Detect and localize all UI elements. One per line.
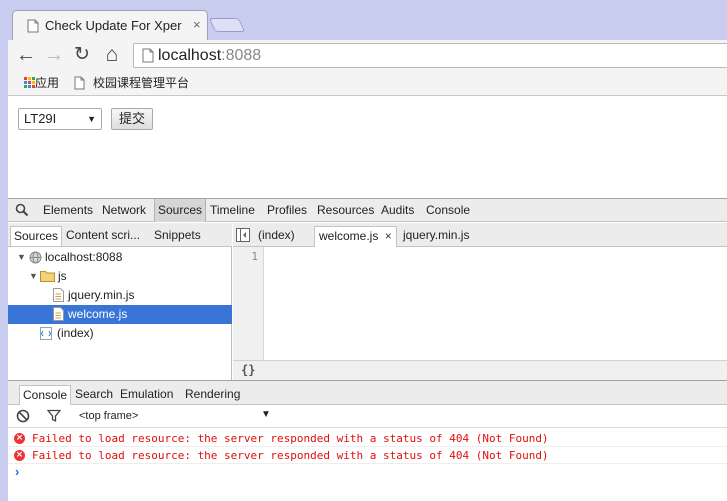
drawer-tab-rendering[interactable]: Rendering: [182, 385, 243, 406]
console-prompt[interactable]: ›: [15, 464, 19, 479]
forward-arrow-icon[interactable]: →: [42, 43, 66, 67]
tree-folder-label: js: [58, 269, 67, 283]
tree-item-jquery[interactable]: jquery.min.js: [8, 286, 232, 305]
tree-file-label: jquery.min.js: [68, 288, 135, 302]
editor-tab-label: welcome.js: [319, 229, 379, 243]
editor-tabs: (index) welcome.js × jquery.min.js: [233, 223, 727, 247]
tab-resources[interactable]: Resources: [314, 199, 377, 222]
console-toolbar: <top frame> ▼: [8, 405, 727, 428]
navigator-tabs: Sources Content scri... Snippets: [8, 223, 232, 247]
tab-audits[interactable]: Audits: [378, 199, 417, 222]
devtools-panel-tabs: Elements Network Sources Timeline Profil…: [8, 198, 727, 222]
address-host: localhost: [158, 47, 222, 64]
page-icon: [142, 48, 154, 63]
search-icon[interactable]: [15, 203, 29, 217]
chevron-down-icon[interactable]: ▼: [261, 409, 271, 420]
tab-sources[interactable]: Sources: [154, 199, 207, 222]
tree-item-welcome[interactable]: welcome.js: [8, 305, 232, 324]
drawer-tab-console[interactable]: Console: [19, 385, 72, 406]
window-frame-left: [0, 0, 8, 501]
browser-tab[interactable]: Check Update For Xper ×: [12, 10, 208, 40]
tree-item-js-folder[interactable]: ▼ js: [8, 267, 232, 286]
expand-triangle-icon[interactable]: ▼: [29, 267, 38, 286]
submit-button[interactable]: 提交: [111, 108, 153, 130]
error-text: Failed to load resource: the server resp…: [32, 432, 549, 445]
line-number: 1: [251, 250, 258, 263]
address-text: localhost:8088: [158, 47, 261, 65]
model-select-value: LT29I: [24, 111, 57, 126]
back-arrow-icon[interactable]: ←: [14, 43, 38, 67]
bookmarks-bar: 应用 校园课程管理平台: [8, 70, 727, 96]
editor-tab-welcome[interactable]: welcome.js ×: [314, 226, 397, 247]
tab-snippets[interactable]: Snippets: [151, 226, 204, 246]
editor-tab-index[interactable]: (index): [254, 226, 299, 247]
error-icon: ×: [14, 450, 25, 461]
bookmark-campus-course[interactable]: 校园课程管理平台: [74, 75, 204, 91]
tab-network[interactable]: Network: [99, 199, 149, 222]
tree-item-host[interactable]: ▼ localhost:8088: [8, 248, 232, 267]
folder-icon: [40, 271, 55, 282]
editor-status-bar: {}: [233, 360, 727, 380]
pretty-print-button[interactable]: {}: [241, 363, 255, 377]
line-gutter: 1: [233, 247, 264, 360]
tab-profiles[interactable]: Profiles: [264, 199, 310, 222]
console-error-message: × Failed to load resource: the server re…: [8, 447, 727, 464]
clear-console-icon[interactable]: [16, 409, 30, 423]
page-icon: [74, 76, 85, 90]
globe-icon: [29, 251, 42, 264]
expand-triangle-icon[interactable]: ▼: [17, 248, 26, 267]
drawer-tab-emulation[interactable]: Emulation: [117, 385, 176, 406]
tab-console[interactable]: Console: [423, 199, 473, 222]
html-file-icon: [40, 327, 52, 340]
console-error-message: × Failed to load resource: the server re…: [8, 430, 727, 447]
drawer-tab-search[interactable]: Search: [72, 385, 116, 406]
error-icon: ×: [14, 433, 25, 444]
tree-file-label: welcome.js: [68, 307, 128, 321]
source-editor: (index) welcome.js × jquery.min.js 1 {}: [233, 223, 727, 380]
tree-index-label: (index): [57, 326, 94, 340]
bookmark-apps[interactable]: 应用: [16, 75, 72, 91]
home-icon[interactable]: ⌂: [100, 43, 124, 67]
model-select[interactable]: LT29I ▼: [18, 108, 102, 130]
tree-host-label: localhost:8088: [45, 250, 123, 264]
tab-content-scripts[interactable]: Content scri...: [63, 226, 143, 246]
bookmark-apps-label: 应用: [35, 76, 60, 90]
tab-title: Check Update For Xper: [45, 18, 182, 33]
toggle-navigator-icon[interactable]: [236, 228, 250, 242]
console-messages: × Failed to load resource: the server re…: [8, 428, 727, 501]
page-content: LT29I ▼ 提交: [8, 97, 727, 198]
tab-elements[interactable]: Elements: [40, 199, 96, 222]
chevron-down-icon: ▼: [87, 114, 96, 124]
tree-item-index[interactable]: (index): [8, 324, 232, 343]
script-file-icon: [53, 307, 64, 321]
script-file-icon: [53, 288, 64, 302]
browser-toolbar: ← → ↻ ⌂ localhost:8088: [8, 40, 727, 70]
close-icon[interactable]: ×: [385, 229, 392, 243]
code-area[interactable]: [265, 247, 727, 360]
tab-close-icon[interactable]: ×: [193, 17, 201, 33]
reload-icon[interactable]: ↻: [70, 43, 94, 67]
page-icon: [27, 19, 39, 33]
tab-navigator-sources[interactable]: Sources: [10, 226, 63, 246]
tab-timeline[interactable]: Timeline: [207, 199, 258, 222]
editor-tab-jquery[interactable]: jquery.min.js: [399, 226, 473, 247]
bookmark-campus-course-label: 校园课程管理平台: [93, 76, 190, 90]
address-bar[interactable]: localhost:8088: [133, 43, 727, 68]
new-tab-button[interactable]: [208, 18, 246, 32]
drawer-tabs: Console Search Emulation Rendering: [8, 380, 727, 406]
filter-icon[interactable]: [47, 409, 61, 423]
sources-navigator: Sources Content scri... Snippets ▼ local…: [8, 223, 232, 380]
frame-context-select[interactable]: <top frame>: [79, 409, 138, 423]
address-port: :8088: [221, 47, 262, 64]
error-text: Failed to load resource: the server resp…: [32, 449, 549, 462]
